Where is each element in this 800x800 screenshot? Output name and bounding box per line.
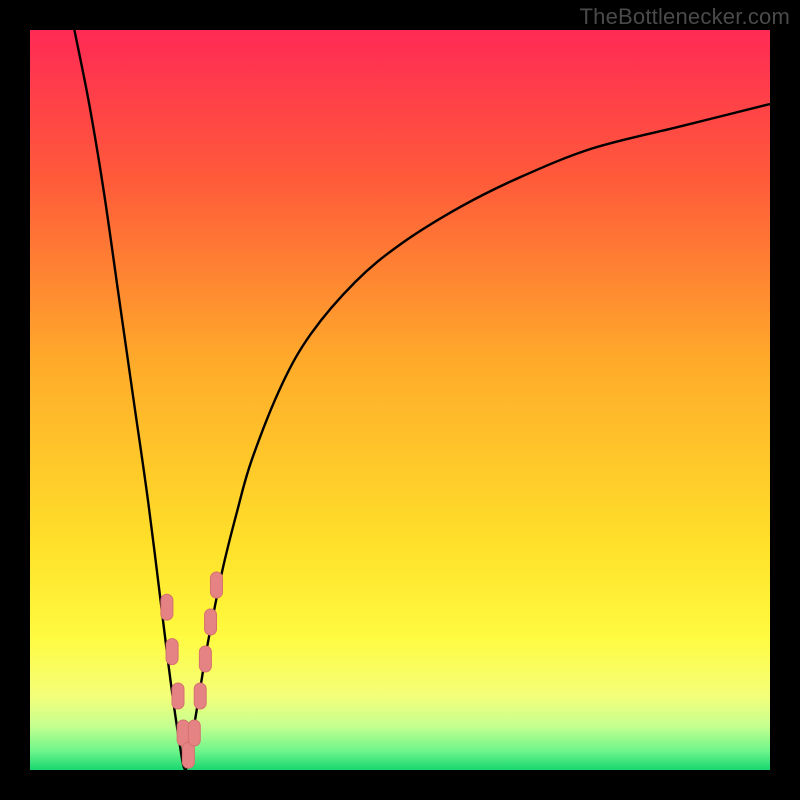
data-marker	[172, 683, 184, 709]
data-marker	[188, 720, 200, 746]
gradient-background	[30, 30, 770, 770]
chart-frame	[30, 30, 770, 770]
data-marker	[161, 594, 173, 620]
data-marker	[194, 683, 206, 709]
data-marker	[199, 646, 211, 672]
watermark-text: TheBottlenecker.com	[580, 4, 790, 30]
data-marker	[166, 639, 178, 665]
chart-svg	[30, 30, 770, 770]
data-marker	[210, 572, 222, 598]
data-marker	[205, 609, 217, 635]
